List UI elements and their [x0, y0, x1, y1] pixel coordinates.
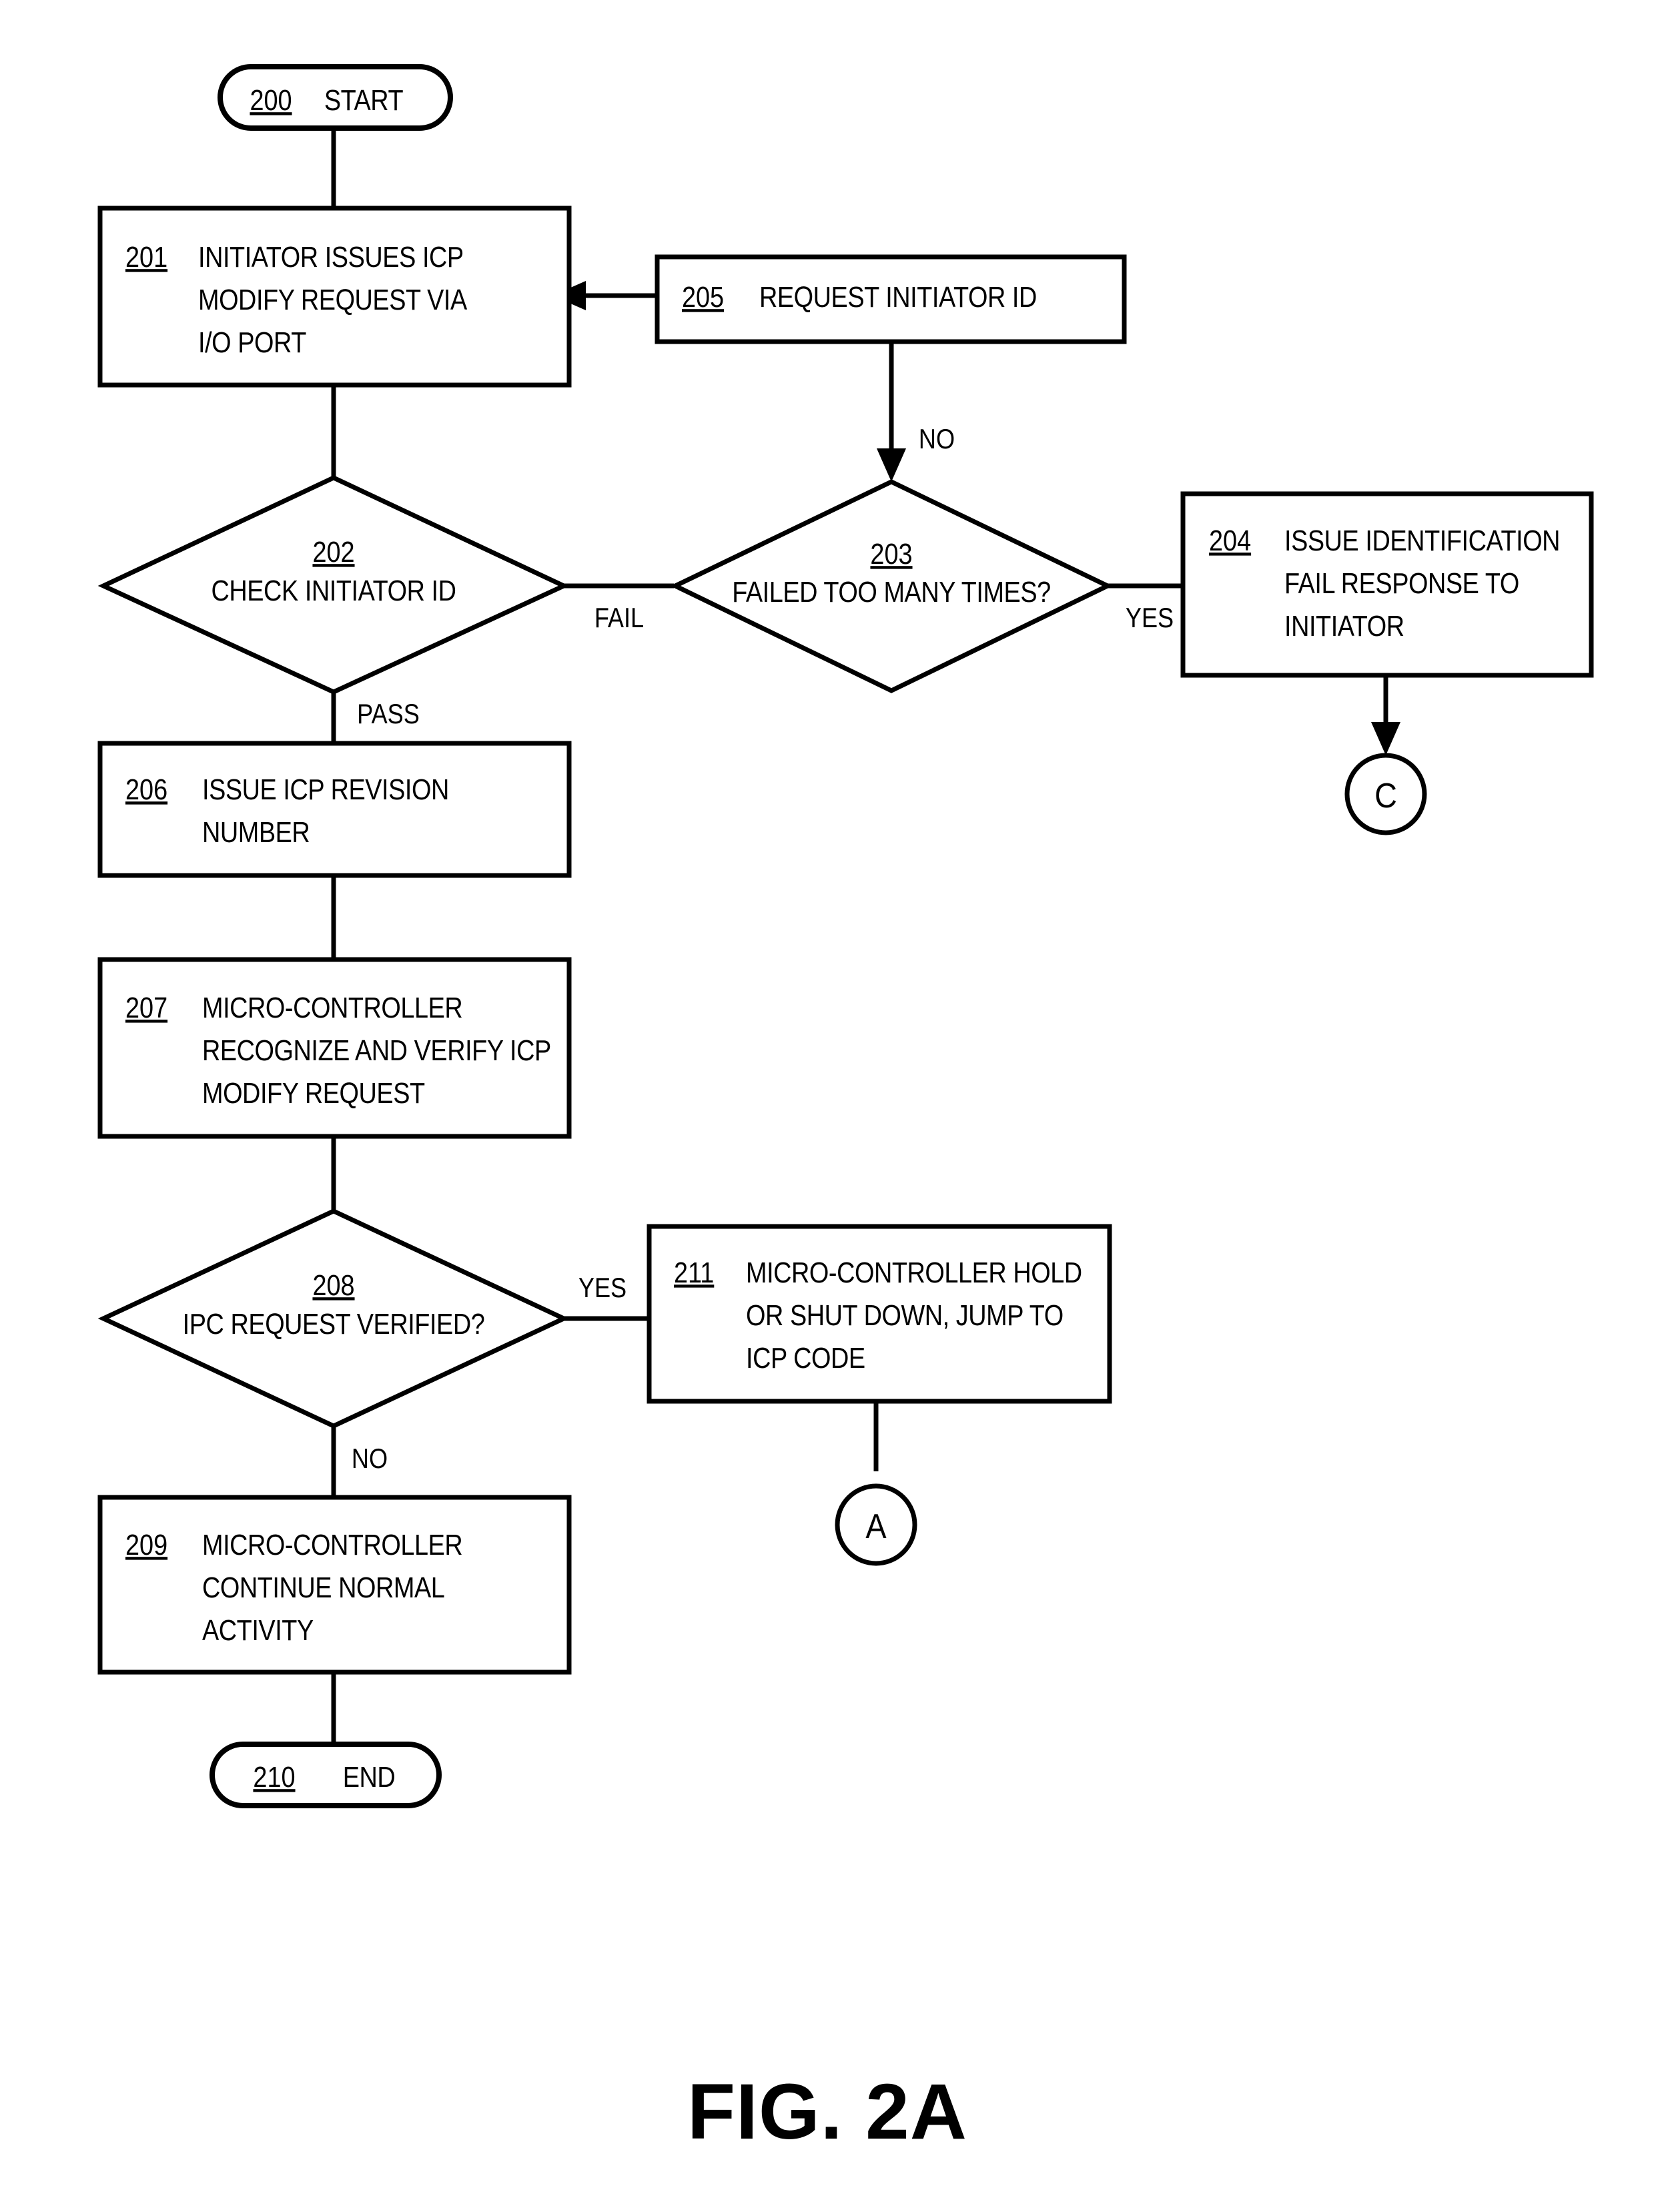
edge-label-205-no: NO: [919, 424, 955, 455]
node-207-micro-controller-recognize-verify[interactable]: 207 MICRO-CONTROLLER RECOGNIZE AND VERIF…: [97, 957, 572, 1139]
node-209-line-2: CONTINUE NORMAL: [202, 1571, 444, 1603]
node-201-initiator-issues-icp-modify-request[interactable]: 201 INITIATOR ISSUES ICP MODIFY REQUEST …: [97, 206, 572, 388]
node-208-label: IPC REQUEST VERIFIED?: [183, 1307, 485, 1340]
terminator-shape-end: [210, 1742, 442, 1808]
connector-a-label: A: [865, 1507, 886, 1546]
node-201-ref: 201: [125, 240, 167, 273]
node-207-line-1: MICRO-CONTROLLER: [202, 991, 462, 1024]
node-204-issue-identification-fail-response[interactable]: 204 ISSUE IDENTIFICATION FAIL RESPONSE T…: [1180, 491, 1594, 678]
node-205-line-1: REQUEST INITIATOR ID: [759, 280, 1037, 313]
edge-label-208-yes: YES: [578, 1273, 627, 1304]
edge-label-203-yes: YES: [1126, 603, 1174, 634]
connector-a[interactable]: A: [835, 1483, 917, 1566]
node-209-line-1: MICRO-CONTROLLER: [202, 1528, 462, 1561]
node-211-micro-controller-hold-or-shut-down[interactable]: 211 MICRO-CONTROLLER HOLD OR SHUT DOWN, …: [647, 1224, 1112, 1404]
node-209-ref: 209: [125, 1528, 167, 1561]
connector-c[interactable]: C: [1344, 753, 1427, 835]
connector-c-label: C: [1374, 777, 1397, 815]
figure-caption: FIG. 2A: [687, 2068, 967, 2156]
node-200-ref: 200: [250, 83, 292, 116]
node-207-line-2: RECOGNIZE AND VERIFY ICP: [202, 1034, 551, 1066]
edge-label-202-fail: FAIL: [594, 603, 644, 634]
node-207-ref: 207: [125, 991, 167, 1024]
node-200-label: START: [324, 83, 404, 116]
process-shape-206: [97, 741, 572, 878]
node-208-ipc-request-verified[interactable]: 208 IPC REQUEST VERIFIED?: [97, 1208, 570, 1429]
node-203-ref: 203: [870, 537, 912, 570]
node-200-start[interactable]: 200 START: [218, 64, 453, 131]
node-204-line-2: FAIL RESPONSE TO: [1284, 567, 1519, 599]
node-205-request-initiator-id[interactable]: 205 REQUEST INITIATOR ID: [655, 254, 1127, 344]
node-204-line-3: INITIATOR: [1284, 609, 1404, 642]
node-207-line-3: MODIFY REQUEST: [202, 1076, 425, 1109]
node-206-line-2: NUMBER: [202, 815, 310, 848]
node-209-line-3: ACTIVITY: [202, 1613, 314, 1646]
node-201-line-1: INITIATOR ISSUES ICP: [198, 240, 464, 273]
node-210-ref: 210: [253, 1760, 295, 1793]
node-202-label: CHECK INITIATOR ID: [211, 574, 456, 607]
node-211-line-2: OR SHUT DOWN, JUMP TO: [746, 1299, 1064, 1331]
node-204-ref: 204: [1209, 524, 1251, 557]
arrowhead-205-to-203: [877, 448, 906, 482]
node-211-ref: 211: [674, 1256, 714, 1288]
node-202-ref: 202: [312, 535, 354, 568]
node-201-line-3: I/O PORT: [198, 326, 306, 358]
node-208-ref: 208: [312, 1268, 354, 1301]
node-206-line-1: ISSUE ICP REVISION: [202, 773, 449, 805]
node-210-end[interactable]: 210 END: [210, 1742, 442, 1808]
node-203-failed-too-many-times[interactable]: 203 FAILED TOO MANY TIMES?: [669, 479, 1114, 693]
flowchart-canvas: 200 START 201 INITIATOR ISSUES ICP MODIF…: [97, 64, 1594, 2156]
edge-label-208-no: NO: [352, 1444, 388, 1475]
node-201-line-2: MODIFY REQUEST VIA: [198, 283, 468, 316]
node-211-line-3: ICP CODE: [746, 1341, 865, 1374]
node-211-line-1: MICRO-CONTROLLER HOLD: [746, 1256, 1082, 1288]
node-206-issue-icp-revision-number[interactable]: 206 ISSUE ICP REVISION NUMBER: [97, 741, 572, 878]
patent-figure-sheet: 200 START 201 INITIATOR ISSUES ICP MODIF…: [0, 0, 1654, 2212]
node-203-label: FAILED TOO MANY TIMES?: [732, 575, 1050, 608]
edge-label-202-pass: PASS: [357, 699, 420, 730]
node-209-micro-controller-continue-normal-activity[interactable]: 209 MICRO-CONTROLLER CONTINUE NORMAL ACT…: [97, 1495, 572, 1675]
node-202-check-initiator-id[interactable]: 202 CHECK INITIATOR ID: [97, 475, 570, 695]
arrowhead-204-to-C: [1371, 722, 1400, 755]
node-205-ref: 205: [682, 280, 724, 313]
node-210-label: END: [343, 1760, 396, 1793]
node-206-ref: 206: [125, 773, 167, 805]
node-204-line-1: ISSUE IDENTIFICATION: [1284, 524, 1560, 557]
